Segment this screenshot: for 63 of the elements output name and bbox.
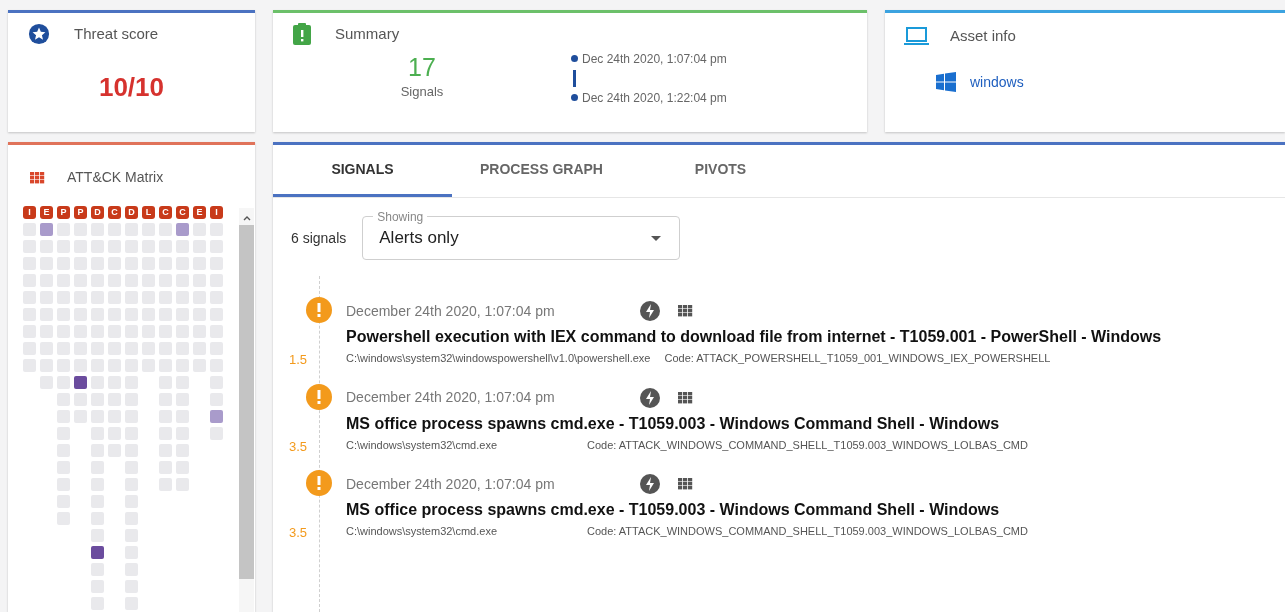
tab[interactable]: PIVOTS (631, 145, 810, 197)
signal-score: 3.5 (289, 524, 308, 542)
end-time: Dec 24th 2020, 1:22:04 pm (582, 89, 727, 107)
grid-icon (678, 305, 693, 317)
signal-code: Code: ATTACK_POWERSHELL_T1059_001_WINDOWS_IEX_POWERSHELL (664, 351, 1051, 366)
process-path: C:\windows\system32\windowspowershell\v1.0\powershell.exe (346, 351, 652, 366)
process-path: C:\windows\system32\cmd.exe (346, 437, 498, 453)
signal-time: December 24th 2020, 1:07:04 pm (346, 474, 556, 494)
tab[interactable]: PROCESS GRAPH (452, 145, 631, 197)
signal-count-label: Signals (400, 82, 444, 101)
technique-cell[interactable] (40, 223, 53, 236)
field-value: Alerts only (379, 227, 459, 250)
technique-cell[interactable] (91, 546, 104, 559)
signal-code: Code: ATTACK_WINDOWS_COMMAND_SHELL_T1059.003_WINDOWS_LOLBAS_CMD (587, 524, 1028, 539)
tactic-badge[interactable]: P (74, 206, 87, 219)
tactic-badge[interactable]: P (57, 206, 70, 219)
os-link[interactable]: windows (970, 71, 1024, 93)
technique-cell[interactable] (210, 410, 223, 423)
grid-icon (678, 478, 693, 490)
card-title: Threat score (74, 24, 159, 44)
signal-time: December 24th 2020, 1:07:04 pm (346, 301, 556, 321)
bolt-icon[interactable] (640, 474, 660, 494)
caret-up-icon[interactable] (242, 215, 251, 221)
signal-title: MS office process spawns cmd.exe - T1059.003 - Windows Command Shell - Windows (346, 500, 1001, 520)
tactic-badge[interactable]: C (108, 206, 121, 219)
tactic-badge[interactable]: C (176, 206, 189, 219)
signal-title: MS office process spawns cmd.exe - T1059.003 - Windows Command Shell - Windows (346, 413, 1001, 434)
card-title: Asset info (950, 26, 1016, 46)
tactic-badge[interactable]: I (23, 206, 36, 219)
tactic-badge[interactable]: C (159, 206, 172, 219)
technique-cell[interactable] (176, 223, 189, 236)
signal-count: 6 signals (291, 228, 347, 248)
bolt-icon[interactable] (640, 387, 660, 408)
tactic-badge[interactable]: D (125, 206, 138, 219)
threat-score-value: 10/10 (98, 70, 165, 104)
alert-icon (306, 297, 332, 323)
tactic-badge[interactable]: E (193, 206, 206, 219)
bolt-icon[interactable] (640, 301, 660, 321)
technique-cell[interactable] (74, 376, 87, 389)
signal-score: 1.5 (289, 351, 308, 369)
alert-icon (306, 383, 332, 410)
signal-score: 3.5 (289, 437, 308, 456)
clipboard-alert-icon (293, 23, 311, 46)
start-time: Dec 24th 2020, 1:07:04 pm (582, 50, 727, 68)
laptop-icon (903, 26, 930, 47)
grid-icon (678, 391, 693, 404)
signal-count: 17 (408, 51, 436, 82)
process-path: C:\windows\system32\cmd.exe (346, 524, 498, 539)
card-title: Summary (335, 24, 400, 44)
timeline-bar (573, 69, 576, 87)
signal-time: December 24th 2020, 1:07:04 pm (346, 388, 556, 407)
tactic-badge[interactable]: L (142, 206, 155, 219)
signal-title: Powershell execution with IEX command to download file from internet - T1059.001 - PowerShell - Windows (346, 327, 1163, 347)
tab[interactable]: SIGNALS (273, 145, 452, 197)
caret-down-icon (651, 235, 662, 241)
signal-code: Code: ATTACK_WINDOWS_COMMAND_SHELL_T1059.003_WINDOWS_LOLBAS_CMD (587, 437, 1028, 453)
alert-icon (306, 470, 332, 496)
tactic-badge[interactable]: D (91, 206, 104, 219)
card-title: ATT&CK Matrix (67, 168, 164, 187)
windows-logo-icon (936, 72, 956, 92)
grid-icon (30, 171, 45, 184)
tactic-badge[interactable]: I (210, 206, 223, 219)
tactic-badge[interactable]: E (40, 206, 53, 219)
